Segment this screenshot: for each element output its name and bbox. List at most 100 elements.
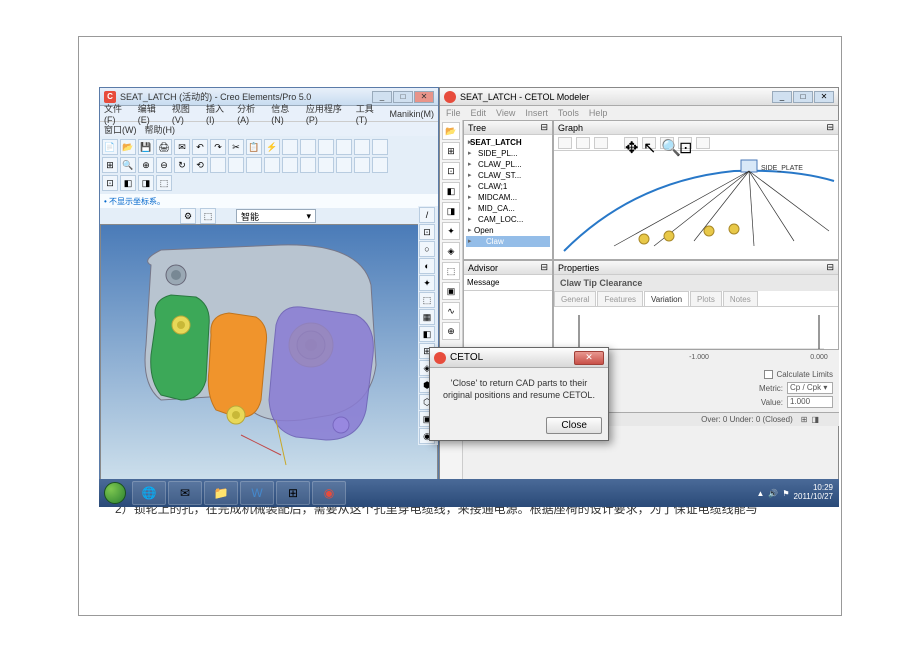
licon-5[interactable]: ◨ <box>442 202 460 220</box>
gtool-move[interactable]: ✥ <box>624 137 638 149</box>
tab-features[interactable]: Features <box>597 291 643 306</box>
tree-item[interactable]: MIDCAM... <box>466 192 550 203</box>
tool-undo[interactable]: ↶ <box>192 139 208 155</box>
menu-manikin[interactable]: Manikin(M) <box>389 109 434 119</box>
menu-window[interactable]: 窗口(W) <box>104 123 137 136</box>
filter-icon2[interactable]: ⬚ <box>200 208 216 224</box>
licon-4[interactable]: ◧ <box>442 182 460 200</box>
tool-l[interactable]: ⟲ <box>192 157 208 173</box>
tree-items[interactable]: SEAT_LATCH SIDE_PL... CLAW_PL... CLAW_ST… <box>464 135 552 249</box>
tool-new[interactable]: 📄 <box>102 139 118 155</box>
tool-e[interactable] <box>354 139 370 155</box>
tab-plots[interactable]: Plots <box>690 291 722 306</box>
cetol-titlebar[interactable]: SEAT_LATCH - CETOL Modeler _ □ ✕ <box>440 88 838 106</box>
rtool-8[interactable]: ◧ <box>419 326 435 342</box>
rtool-1[interactable]: / <box>419 207 435 223</box>
tree-item[interactable]: CAM_LOC... <box>466 214 550 225</box>
calc-limits-checkbox[interactable] <box>764 370 773 379</box>
filter-dropdown[interactable]: 智能 ▾ <box>236 209 316 223</box>
cmenu-view[interactable]: View <box>496 108 515 118</box>
licon-6[interactable]: ✦ <box>442 222 460 240</box>
tree-item-selected[interactable]: Claw <box>466 236 550 247</box>
gtool-pointer[interactable]: ↖ <box>642 137 656 149</box>
licon-11[interactable]: ⊕ <box>442 322 460 340</box>
windows-taskbar[interactable]: 🌐 ✉ 📁 W ⊞ ◉ ▲ 🔊 ⚑ 10:29 2011/10/27 <box>99 479 839 507</box>
dialog-close-x[interactable]: ✕ <box>574 351 604 365</box>
tool-b[interactable] <box>300 139 316 155</box>
tool-w[interactable]: ⊡ <box>102 175 118 191</box>
tool-n[interactable] <box>228 157 244 173</box>
tool-m[interactable] <box>210 157 226 173</box>
rtool-7[interactable]: ▦ <box>419 309 435 325</box>
tool-redo[interactable]: ↷ <box>210 139 226 155</box>
menu-analysis[interactable]: 分析(A) <box>237 102 263 125</box>
graph-canvas[interactable]: SIDE_PLATE <box>554 151 838 259</box>
rtool-2[interactable]: ⊡ <box>419 224 435 240</box>
value-input[interactable]: 1.000 <box>787 396 833 408</box>
gtool-fit[interactable]: ⊡ <box>678 137 692 149</box>
licon-10[interactable]: ∿ <box>442 302 460 320</box>
taskbar-app[interactable]: ⊞ <box>276 481 310 505</box>
rtool-6[interactable]: ⬚ <box>419 292 435 308</box>
creo-viewport[interactable] <box>100 224 438 504</box>
tool-i[interactable]: ⊕ <box>138 157 154 173</box>
tool-copy[interactable]: 📋 <box>246 139 262 155</box>
tool-p[interactable] <box>264 157 280 173</box>
tool-s[interactable] <box>318 157 334 173</box>
tool-j[interactable]: ⊖ <box>156 157 172 173</box>
tab-variation[interactable]: Variation <box>644 291 689 306</box>
cmenu-edit[interactable]: Edit <box>471 108 487 118</box>
tool-cut[interactable]: ✂ <box>228 139 244 155</box>
maximize-button[interactable]: □ <box>393 91 413 103</box>
dialog-close-button[interactable]: Close <box>546 417 602 434</box>
licon-8[interactable]: ⬚ <box>442 262 460 280</box>
tool-t[interactable] <box>336 157 352 173</box>
tool-z[interactable]: ⬚ <box>156 175 172 191</box>
tab-notes[interactable]: Notes <box>723 291 758 306</box>
taskbar-mail[interactable]: ✉ <box>168 481 202 505</box>
tool-u[interactable] <box>354 157 370 173</box>
tray-icon[interactable]: ▲ <box>756 489 764 498</box>
licon-7[interactable]: ◈ <box>442 242 460 260</box>
tree-root[interactable]: SEAT_LATCH <box>466 137 550 148</box>
tool-g[interactable]: ⊞ <box>102 157 118 173</box>
filter-icon[interactable]: ⚙ <box>180 208 196 224</box>
tree-item[interactable]: CLAW_ST... <box>466 170 550 181</box>
cmenu-tools[interactable]: Tools <box>558 108 579 118</box>
cmenu-help[interactable]: Help <box>589 108 608 118</box>
tool-r[interactable] <box>300 157 316 173</box>
tab-general[interactable]: General <box>554 291 596 306</box>
menu-info[interactable]: 信息(N) <box>271 102 298 125</box>
tool-k[interactable]: ↻ <box>174 157 190 173</box>
minimize-button[interactable]: _ <box>372 91 392 103</box>
menu-tools[interactable]: 工具(T) <box>356 102 382 125</box>
gtool-5[interactable] <box>696 137 710 149</box>
tree-item-open[interactable]: Open <box>466 225 550 236</box>
gtool-zoom[interactable]: 🔍 <box>660 137 674 149</box>
licon-3[interactable]: ⊡ <box>442 162 460 180</box>
taskbar-cetol[interactable]: ◉ <box>312 481 346 505</box>
rtool-5[interactable]: ✦ <box>419 275 435 291</box>
close-button[interactable]: ✕ <box>414 91 434 103</box>
tool-v[interactable] <box>372 157 388 173</box>
taskbar-ie[interactable]: 🌐 <box>132 481 166 505</box>
rtool-3[interactable]: ○ <box>419 241 435 257</box>
tool-f[interactable] <box>372 139 388 155</box>
status-icon-1[interactable]: ⊞ <box>801 415 808 424</box>
cetol-maximize[interactable]: □ <box>793 91 813 103</box>
licon-1[interactable]: 📂 <box>442 122 460 140</box>
tool-save[interactable]: 💾 <box>138 139 154 155</box>
menu-help[interactable]: 帮助(H) <box>145 123 176 136</box>
cetol-minimize[interactable]: _ <box>772 91 792 103</box>
tray-network-icon[interactable]: 🔊 <box>768 489 778 498</box>
tree-item[interactable]: CLAW;1 <box>466 181 550 192</box>
system-tray[interactable]: ▲ 🔊 ⚑ 10:29 2011/10/27 <box>756 484 839 502</box>
tool-d[interactable] <box>336 139 352 155</box>
tool-print[interactable]: 🖨 <box>156 139 172 155</box>
licon-2[interactable]: ⊞ <box>442 142 460 160</box>
taskbar-clock[interactable]: 10:29 2011/10/27 <box>794 484 833 502</box>
tool-h[interactable]: 🔍 <box>120 157 136 173</box>
tool-a[interactable] <box>282 139 298 155</box>
licon-9[interactable]: ▣ <box>442 282 460 300</box>
tool-mail[interactable]: ✉ <box>174 139 190 155</box>
